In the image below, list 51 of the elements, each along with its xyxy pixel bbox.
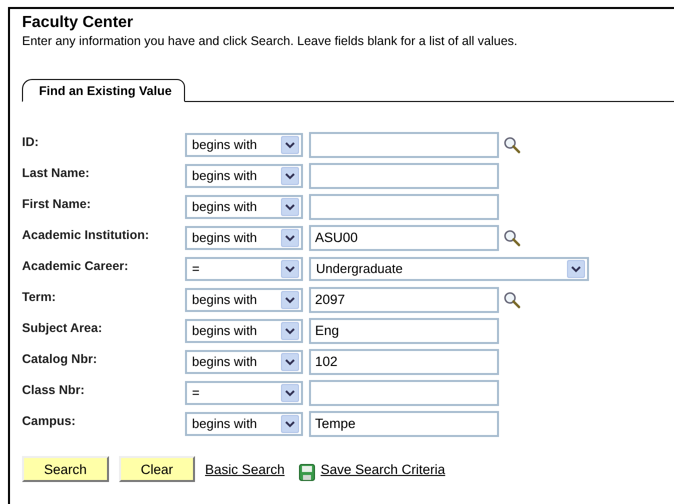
- action-button[interactable]: Clear: [118, 456, 196, 482]
- input-field[interactable]: Tempe: [309, 410, 499, 436]
- page-title: Faculty Center: [22, 13, 134, 33]
- field-label: Term:: [22, 290, 57, 304]
- caret-icon: [281, 290, 299, 308]
- operator-dropdown[interactable]: begins with: [185, 226, 303, 250]
- field-label: Last Name:: [22, 166, 90, 180]
- operator-dropdown[interactable]: begins with: [185, 288, 303, 312]
- caret-icon: [281, 228, 299, 246]
- caret-icon: [281, 414, 299, 432]
- field-label: First Name:: [22, 196, 92, 210]
- operator-dropdown[interactable]: begins with: [185, 194, 303, 218]
- caret-icon: [281, 384, 299, 402]
- field-label: Subject Area:: [22, 320, 104, 334]
- input-field[interactable]: 102: [309, 348, 499, 374]
- input-field[interactable]: [309, 194, 499, 220]
- value-dropdown[interactable]: Undergraduate: [309, 256, 589, 280]
- caret-icon: [281, 322, 299, 340]
- operator-dropdown[interactable]: begins with: [185, 350, 303, 374]
- field-label: Campus:: [22, 414, 76, 428]
- input-field[interactable]: [309, 380, 499, 406]
- search-icon[interactable]: [503, 136, 521, 154]
- operator-dropdown[interactable]: begins with: [185, 132, 303, 156]
- save-criteria-link[interactable]: Save Search Criteria: [320, 462, 446, 476]
- input-field[interactable]: Eng: [309, 318, 499, 344]
- caret-icon: [281, 352, 299, 370]
- action-button[interactable]: Search: [22, 456, 109, 482]
- field-label: Academic Career:: [22, 258, 130, 272]
- input-field[interactable]: 2097: [309, 286, 499, 312]
- instructions-text: Enter any information you have and click Search. Leave fields blank for a list of all values.: [22, 33, 518, 49]
- operator-dropdown[interactable]: begins with: [185, 318, 303, 342]
- input-field[interactable]: [309, 132, 499, 158]
- search-icon[interactable]: [503, 290, 521, 308]
- caret-icon: [567, 260, 585, 278]
- input-field[interactable]: ASU00: [309, 224, 499, 250]
- field-label: ID:: [22, 134, 40, 148]
- search-icon[interactable]: [503, 228, 521, 246]
- caret-icon: [281, 166, 299, 184]
- caret-icon: [281, 136, 299, 154]
- operator-dropdown[interactable]: begins with: [185, 412, 303, 436]
- caret-icon: [281, 260, 299, 278]
- basic-search-link[interactable]: Basic Search: [205, 462, 285, 476]
- caret-icon: [281, 198, 299, 216]
- input-field[interactable]: [309, 162, 499, 188]
- operator-dropdown[interactable]: =: [185, 380, 303, 404]
- tab[interactable]: Find an Existing Value: [22, 79, 185, 102]
- field-label: Catalog Nbr:: [22, 352, 98, 366]
- field-label: Academic Institution:: [22, 228, 150, 242]
- operator-dropdown[interactable]: =: [185, 256, 303, 280]
- field-label: Class Nbr:: [22, 382, 86, 396]
- operator-dropdown[interactable]: begins with: [185, 164, 303, 188]
